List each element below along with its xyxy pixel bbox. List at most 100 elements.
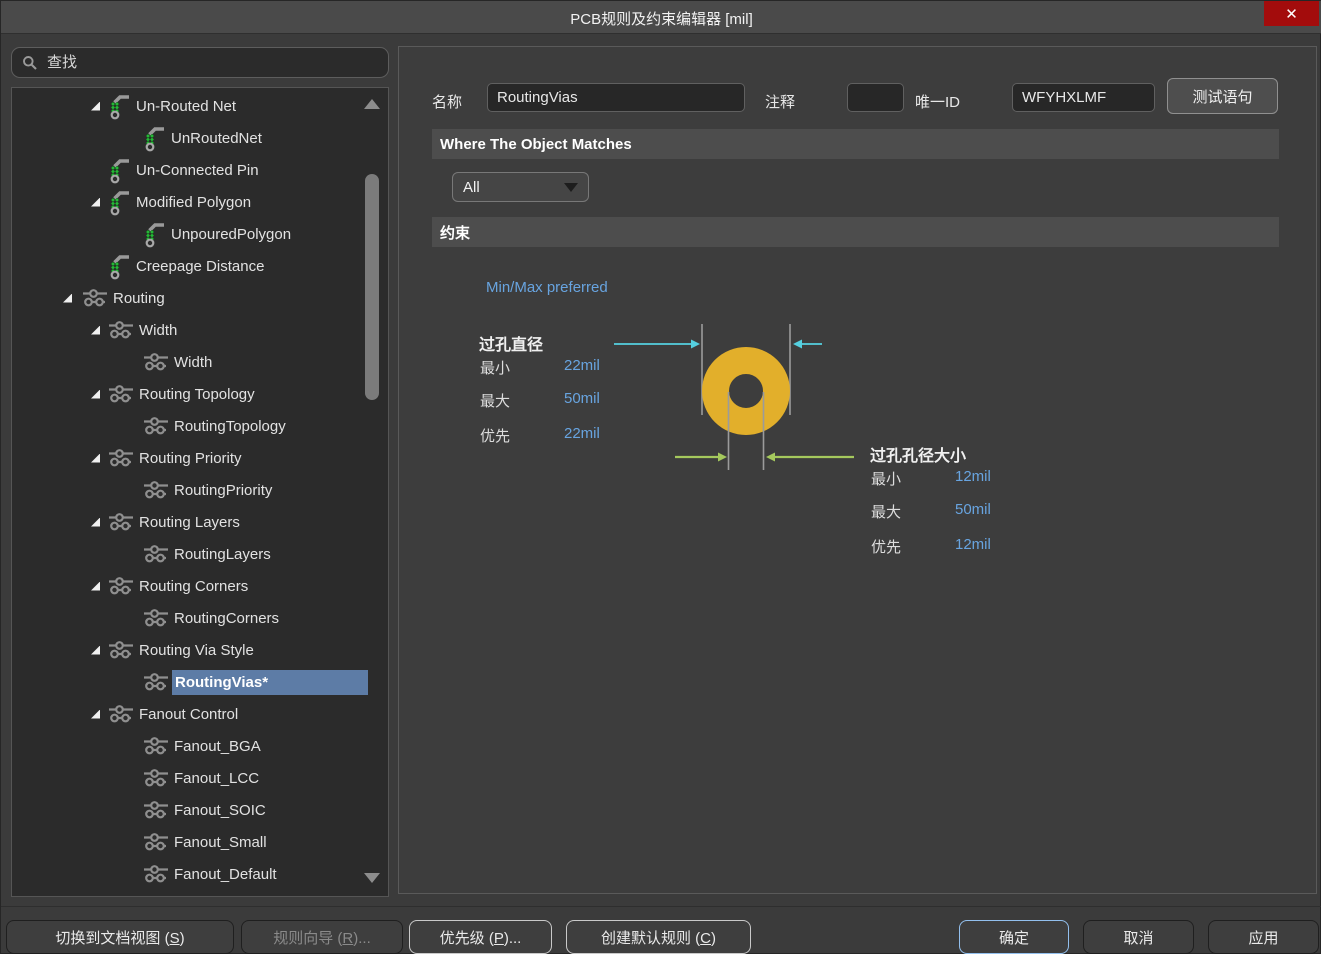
tree-expander-icon[interactable] bbox=[63, 293, 72, 303]
tree-item-fanout-control[interactable]: Fanout Control bbox=[12, 698, 388, 730]
window-title: PCB规则及约束编辑器 [mil] bbox=[570, 11, 753, 28]
tree-item-width[interactable]: Width bbox=[12, 314, 388, 346]
tree-item-label: Routing Corners bbox=[139, 577, 249, 595]
tree-item-routing-layers[interactable]: Routing Layers bbox=[12, 506, 388, 538]
routing-rule-icon bbox=[108, 385, 134, 403]
routing-rule-icon bbox=[143, 673, 169, 691]
routing-rule-icon bbox=[108, 449, 134, 467]
electrical-rule-icon bbox=[108, 189, 131, 216]
tree-item-fanout-bga[interactable]: Fanout_BGA bbox=[12, 730, 388, 762]
tree-expander-icon[interactable] bbox=[91, 389, 100, 399]
routing-rule-icon bbox=[108, 321, 134, 339]
rules-tree: Un-Routed Net UnRoutedNet Un-Connected P… bbox=[11, 87, 389, 897]
tree-scrollbar-thumb[interactable] bbox=[365, 174, 379, 400]
priority-button[interactable]: 优先级 (P)... bbox=[409, 920, 552, 954]
tree-item-routing-via-style[interactable]: Routing Via Style bbox=[12, 634, 388, 666]
tree-item-unroutednet[interactable]: UnRoutedNet bbox=[12, 122, 388, 154]
tree-item-routingvias[interactable]: RoutingVias* bbox=[12, 666, 388, 698]
cancel-button[interactable]: 取消 bbox=[1083, 920, 1194, 954]
hole-size-min-value[interactable]: 12mil bbox=[955, 468, 991, 485]
search-input[interactable] bbox=[47, 54, 347, 71]
tree-item-label: Fanout_Default bbox=[174, 865, 277, 883]
minmax-preferred-note: Min/Max preferred bbox=[486, 279, 608, 296]
tree-item-routing[interactable]: Routing bbox=[12, 282, 388, 314]
electrical-rule-icon bbox=[143, 125, 166, 152]
tree-item-fanout-default[interactable]: Fanout_Default bbox=[12, 858, 388, 890]
hole-size-max-value[interactable]: 50mil bbox=[955, 501, 991, 518]
search-box[interactable] bbox=[11, 47, 389, 78]
tree-item-label: RoutingLayers bbox=[174, 545, 271, 563]
tree-item-label: Routing Via Style bbox=[139, 641, 254, 659]
unique-id-label: 唯一ID bbox=[915, 94, 961, 111]
hole-arrows bbox=[675, 452, 854, 462]
tree-item-label: Fanout_SOIC bbox=[174, 801, 266, 819]
hole-size-preferred-value[interactable]: 12mil bbox=[955, 536, 991, 553]
tree-expander-icon[interactable] bbox=[91, 325, 100, 335]
tree-item-label: Routing Topology bbox=[139, 385, 255, 403]
tree-expander-icon[interactable] bbox=[91, 581, 100, 591]
tree-item-label: RoutingPriority bbox=[174, 481, 273, 499]
rule-name-input[interactable] bbox=[487, 83, 745, 112]
scope-dropdown-value: All bbox=[463, 178, 480, 196]
tree-item-routingcorners[interactable]: RoutingCorners bbox=[12, 602, 388, 634]
tree-expander-icon[interactable] bbox=[91, 709, 100, 719]
via-diameter-preferred-label: 优先 bbox=[480, 428, 511, 445]
routing-rule-icon bbox=[143, 353, 169, 371]
hole-size-preferred-label: 优先 bbox=[871, 539, 902, 556]
scope-dropdown[interactable]: All bbox=[452, 172, 589, 202]
tree-item-fanout-lcc[interactable]: Fanout_LCC bbox=[12, 762, 388, 794]
tree-item-routing-topology[interactable]: Routing Topology bbox=[12, 378, 388, 410]
footer-divider bbox=[1, 906, 1321, 907]
tree-item-creepage-distance[interactable]: Creepage Distance bbox=[12, 250, 388, 282]
tree-item-routingtopology[interactable]: RoutingTopology bbox=[12, 410, 388, 442]
test-query-button[interactable]: 测试语句 bbox=[1167, 78, 1278, 114]
via-diameter-title: 过孔直径 bbox=[479, 337, 544, 354]
tree-expander-icon[interactable] bbox=[91, 517, 100, 527]
apply-button[interactable]: 应用 bbox=[1208, 920, 1319, 954]
tree-item-label: UnRoutedNet bbox=[171, 129, 262, 147]
close-button[interactable]: ✕ bbox=[1264, 1, 1319, 26]
via-diameter-max-label: 最大 bbox=[480, 393, 511, 410]
tree-item-fanout-small[interactable]: Fanout_Small bbox=[12, 826, 388, 858]
tree-expander-icon[interactable] bbox=[91, 197, 100, 207]
tree-item-label: Modified Polygon bbox=[136, 193, 252, 211]
tree-expander-icon[interactable] bbox=[91, 101, 100, 111]
switch-to-document-view-button[interactable]: 切换到文档视图 (S) bbox=[6, 920, 234, 954]
routing-rule-icon bbox=[143, 609, 169, 627]
tree-expander-icon[interactable] bbox=[91, 645, 100, 655]
comment-label: 注释 bbox=[765, 94, 796, 111]
rule-comment-input[interactable] bbox=[847, 83, 904, 112]
tree-item-routingpriority[interactable]: RoutingPriority bbox=[12, 474, 388, 506]
title-bar: PCB规则及约束编辑器 [mil] ✕ bbox=[1, 1, 1321, 34]
ok-button[interactable]: 确定 bbox=[959, 920, 1069, 954]
tree-item-label: RoutingVias* bbox=[172, 669, 368, 695]
rule-editor-panel: 名称 注释 唯一ID 测试语句 Where The Object Matches… bbox=[398, 46, 1317, 894]
tree-item-label: Routing Layers bbox=[139, 513, 240, 531]
tree-item-routing-priority[interactable]: Routing Priority bbox=[12, 442, 388, 474]
tree-item-unpouredpolygon[interactable]: UnpouredPolygon bbox=[12, 218, 388, 250]
tree-item-routinglayers[interactable]: RoutingLayers bbox=[12, 538, 388, 570]
constraints-header: 约束 bbox=[432, 217, 1279, 247]
tree-item-label: RoutingCorners bbox=[174, 609, 280, 627]
routing-rule-icon bbox=[143, 481, 169, 499]
routing-rule-icon bbox=[143, 865, 169, 883]
tree-item-modified-polygon[interactable]: Modified Polygon bbox=[12, 186, 388, 218]
tree-item-label: Fanout_LCC bbox=[174, 769, 260, 787]
create-default-rules-button[interactable]: 创建默认规则 (C) bbox=[566, 920, 751, 954]
tree-scroll-down-arrow[interactable] bbox=[364, 873, 380, 883]
tree-item-un-connected-pin[interactable]: Un-Connected Pin bbox=[12, 154, 388, 186]
tree-item-width[interactable]: Width bbox=[12, 346, 388, 378]
tree-item-fanout-soic[interactable]: Fanout_SOIC bbox=[12, 794, 388, 826]
tree-item-label: UnpouredPolygon bbox=[171, 225, 292, 243]
name-label: 名称 bbox=[432, 94, 463, 111]
tree-item-un-routed-net[interactable]: Un-Routed Net bbox=[12, 90, 388, 122]
via-diagram bbox=[614, 324, 854, 470]
tree-scroll-up-arrow[interactable] bbox=[364, 99, 380, 109]
tree-expander-icon[interactable] bbox=[91, 453, 100, 463]
routing-rule-icon bbox=[143, 545, 169, 563]
rule-wizard-button[interactable]: 规则向导 (R)... bbox=[241, 920, 403, 954]
tree-item-routing-corners[interactable]: Routing Corners bbox=[12, 570, 388, 602]
tree-item-label: Width bbox=[139, 321, 178, 339]
unique-id-input[interactable] bbox=[1012, 83, 1155, 112]
tree-item-label: Un-Routed Net bbox=[136, 97, 237, 115]
